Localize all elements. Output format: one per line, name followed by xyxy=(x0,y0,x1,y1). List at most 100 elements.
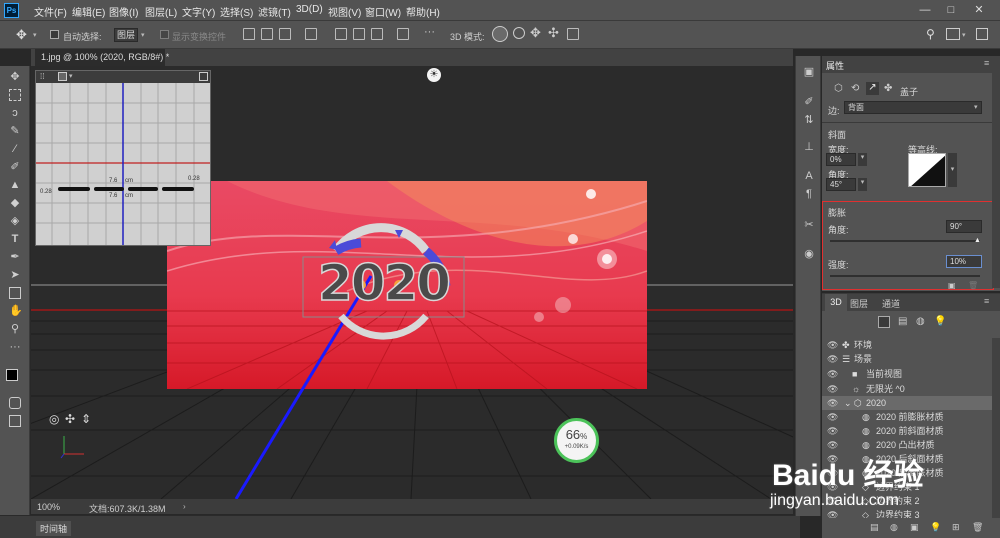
share-icon[interactable] xyxy=(976,28,988,40)
chevron-down-icon[interactable]: ▾ xyxy=(69,72,73,80)
chevron-down-icon[interactable]: ▾ xyxy=(33,31,37,39)
eye-icon[interactable]: 👁 xyxy=(827,338,838,352)
bevel-angle-input[interactable]: 45° xyxy=(826,178,856,191)
distribute-middle-icon[interactable] xyxy=(353,28,365,40)
chevron-down-icon[interactable]: ▾ xyxy=(141,31,145,39)
timeline-tab[interactable]: 时间轴 xyxy=(36,521,72,536)
menu-type[interactable]: 文字(Y) xyxy=(182,4,215,19)
deform-icon[interactable]: ⟲ xyxy=(851,83,859,94)
chevron-down-icon[interactable]: ▾ xyxy=(962,31,966,39)
layer-row[interactable]: 👁 ◍ 2020 前斜面材质 xyxy=(822,424,992,438)
maximize-icon[interactable]: □ xyxy=(940,1,962,19)
strength-input[interactable]: 10% xyxy=(946,255,982,268)
strength-slider[interactable] xyxy=(830,275,980,277)
menu-help[interactable]: 帮助(H) xyxy=(406,4,440,19)
material-filter-icon[interactable]: ◍ xyxy=(916,316,925,327)
grip-icon[interactable]: ⁞⁞ xyxy=(40,72,44,81)
align-left-icon[interactable] xyxy=(243,28,255,40)
more-options-icon[interactable]: ··· xyxy=(424,26,435,38)
align-right-icon[interactable] xyxy=(279,28,291,40)
scene-filter-icon[interactable] xyxy=(878,316,890,328)
auto-select-dropdown[interactable]: 图层 xyxy=(114,28,138,42)
mesh-filter-icon[interactable]: ▤ xyxy=(898,316,907,327)
eye-icon[interactable]: 👁 xyxy=(827,410,838,424)
eye-icon[interactable]: 👁 xyxy=(827,367,838,381)
mesh-from-layer-icon[interactable]: ▤ xyxy=(870,522,879,533)
view-select-icon[interactable] xyxy=(58,72,67,81)
panel-menu-icon[interactable]: ≡ xyxy=(984,58,989,68)
coordinates-icon[interactable]: ✤ xyxy=(884,83,892,94)
brush-tool-icon[interactable]: ✐ xyxy=(9,161,21,173)
inflate-angle-input[interactable]: 90° xyxy=(946,220,982,233)
menu-edit[interactable]: 编辑(E) xyxy=(72,4,105,19)
layer-row[interactable]: 👁 ✤ 环境 xyxy=(822,338,992,352)
minimize-icon[interactable]: — xyxy=(914,1,936,19)
render-icon[interactable]: ▣ xyxy=(910,522,919,533)
distribute-top-icon[interactable] xyxy=(335,28,347,40)
chevron-down-icon[interactable]: ▾ xyxy=(974,103,978,111)
chevron-down-icon[interactable]: ▾ xyxy=(858,153,867,166)
rectangle-tool-icon[interactable] xyxy=(9,287,21,299)
render-icon[interactable]: ▣ xyxy=(948,281,956,290)
orbit-camera-icon[interactable]: ◎ xyxy=(49,412,59,426)
close-icon[interactable]: ✕ xyxy=(968,1,990,19)
quick-mask-icon[interactable] xyxy=(9,397,21,409)
layer-row-selected[interactable]: 👁 ⌄ ⬡ 2020 xyxy=(822,396,992,410)
pan-camera-icon[interactable]: ✣ xyxy=(65,412,75,426)
expand-view-icon[interactable] xyxy=(199,72,208,81)
eyedropper-tool-icon[interactable]: ⁄ xyxy=(9,143,21,155)
screen-mode-icon[interactable] xyxy=(9,415,21,427)
layer-row[interactable]: 👁 ☰ 场景 xyxy=(822,352,992,366)
tab-channels[interactable]: 通道 xyxy=(882,297,900,310)
drag-3d-icon[interactable]: ✥ xyxy=(530,25,541,41)
mesh-icon[interactable]: ⬡ xyxy=(834,83,843,94)
menu-layer[interactable]: 图层(L) xyxy=(145,4,177,19)
eye-icon[interactable]: 👁 xyxy=(827,382,838,396)
secondary-view[interactable]: ⁞⁞ ▾ 7.6 cm 7.6 cm 0.28 0.28 xyxy=(35,70,211,246)
menu-select[interactable]: 选择(S) xyxy=(220,4,253,19)
transform-controls-checkbox[interactable] xyxy=(160,30,169,39)
distribute-bottom-icon[interactable] xyxy=(371,28,383,40)
menu-view[interactable]: 视图(V) xyxy=(328,4,361,19)
trash-icon[interactable]: 🗑 xyxy=(968,281,978,290)
cap-icon[interactable]: ↗ xyxy=(866,82,879,95)
document-tab[interactable]: 1.jpg @ 100% (2020, RGB/8#) * xyxy=(35,49,169,66)
roll-3d-icon[interactable] xyxy=(513,27,525,39)
tools-preset-icon[interactable]: ✂ xyxy=(803,219,815,231)
character-icon[interactable]: A xyxy=(803,170,815,182)
stamp-tool-icon[interactable]: ▲ xyxy=(9,179,21,191)
side-dropdown[interactable]: 背面 xyxy=(844,101,982,114)
menu-filter[interactable]: 滤镜(T) xyxy=(258,4,291,19)
document-info[interactable]: 文档:607.3K/1.38M xyxy=(89,502,166,515)
dolly-camera-icon[interactable]: ⇕ xyxy=(81,412,91,426)
3d-materials-icon[interactable]: ◉ xyxy=(803,248,815,260)
distribute-horizontal-icon[interactable] xyxy=(397,28,409,40)
layer-row[interactable]: 👁 ■ 当前视图 xyxy=(822,367,992,381)
chevron-down-icon[interactable]: ▾ xyxy=(858,178,867,191)
more-tools-icon[interactable]: ··· xyxy=(9,341,21,353)
foreground-color-swatch[interactable] xyxy=(6,369,18,381)
tab-layers[interactable]: 图层 xyxy=(850,297,868,310)
menu-image[interactable]: 图像(I) xyxy=(109,4,138,19)
3d-text-object[interactable]: 2020 xyxy=(303,253,464,313)
zoom-level[interactable]: 100% xyxy=(37,502,60,512)
paint-bucket-tool-icon[interactable]: ◈ xyxy=(9,215,21,227)
chevron-down-icon[interactable]: ▾ xyxy=(948,153,957,187)
auto-select-checkbox[interactable] xyxy=(50,30,59,39)
eraser-tool-icon[interactable]: ◆ xyxy=(9,197,21,209)
new-icon[interactable]: ⊞ xyxy=(952,522,960,533)
light-icon[interactable]: 💡 xyxy=(930,522,941,533)
tab-3d[interactable]: 3D xyxy=(825,294,847,311)
paragraph-icon[interactable]: ¶ xyxy=(803,188,815,200)
pen-tool-icon[interactable]: ✒ xyxy=(9,251,21,263)
menu-file[interactable]: 文件(F) xyxy=(34,4,67,19)
adjustments-icon[interactable]: ⇅ xyxy=(803,114,815,126)
layer-row[interactable]: 👁 ☼ 无限光 ^0 xyxy=(822,382,992,396)
inflate-angle-slider[interactable]: ▲ xyxy=(830,237,981,244)
align-center-icon[interactable] xyxy=(261,28,273,40)
menu-window[interactable]: 窗口(W) xyxy=(365,4,401,19)
marquee-tool-icon[interactable] xyxy=(9,89,21,101)
align-top-icon[interactable] xyxy=(305,28,317,40)
chevron-down-icon[interactable]: ⌄ xyxy=(844,396,852,410)
trash-icon[interactable]: 🗑 xyxy=(972,522,983,533)
